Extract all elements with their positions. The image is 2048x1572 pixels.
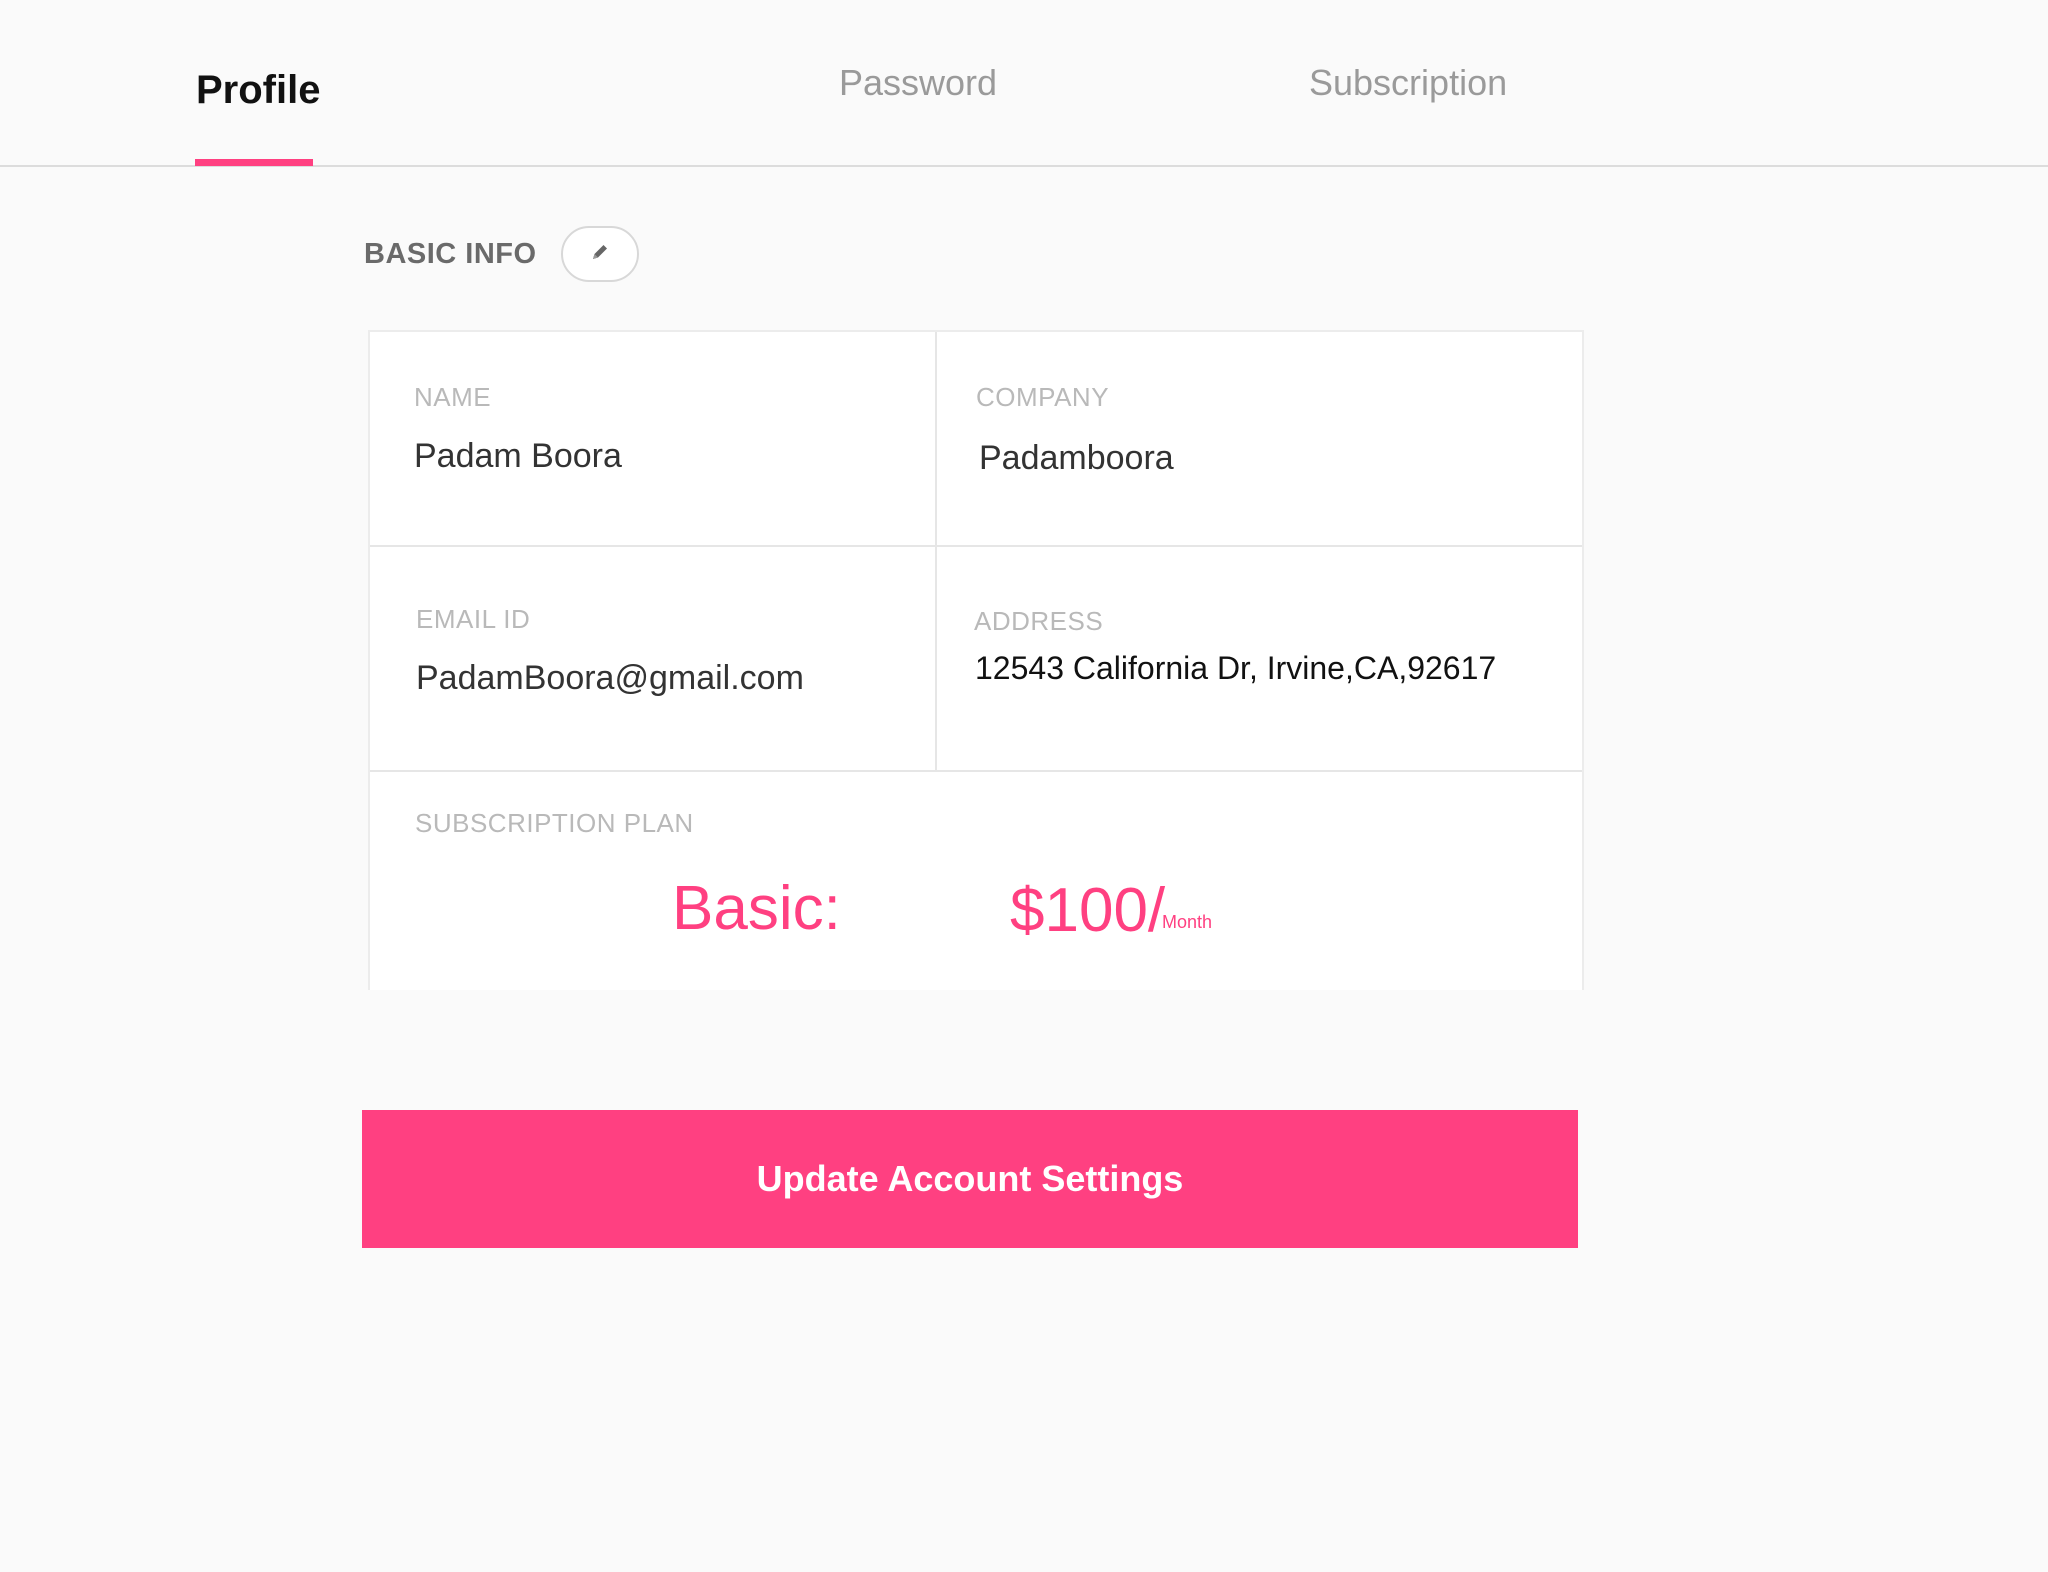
row-divider bbox=[370, 545, 1582, 547]
email-value: PadamBoora@gmail.com bbox=[416, 659, 804, 697]
address-value: 12543 California Dr, Irvine,CA,92617 bbox=[975, 650, 1497, 686]
company-value: Padamboora bbox=[979, 439, 1174, 477]
update-account-settings-button[interactable]: Update Account Settings bbox=[362, 1110, 1578, 1248]
plan-name: Basic: bbox=[672, 874, 841, 943]
section-title: BASIC INFO bbox=[364, 237, 537, 270]
tab-subscription[interactable]: Subscription bbox=[1309, 62, 1507, 104]
column-divider bbox=[935, 332, 937, 772]
plan-price: $100/ bbox=[1010, 876, 1166, 945]
name-value: Padam Boora bbox=[414, 437, 622, 475]
subscription-label: SUBSCRIPTION PLAN bbox=[415, 808, 694, 838]
active-tab-indicator bbox=[195, 159, 313, 166]
tab-password[interactable]: Password bbox=[839, 62, 997, 104]
address-label: ADDRESS bbox=[974, 606, 1104, 636]
tab-bar: Profile Password Subscription bbox=[0, 0, 2048, 167]
tab-profile[interactable]: Profile bbox=[196, 68, 320, 113]
basic-info-header: BASIC INFO bbox=[364, 222, 639, 286]
name-label: NAME bbox=[414, 382, 492, 412]
row-divider bbox=[370, 770, 1582, 772]
profile-card: NAME Padam Boora COMPANY Padamboora EMAI… bbox=[368, 330, 1584, 990]
plan-period: Month bbox=[1162, 912, 1213, 932]
company-label: COMPANY bbox=[976, 382, 1110, 412]
email-label: EMAIL ID bbox=[416, 604, 531, 634]
profile-card-body: NAME Padam Boora COMPANY Padamboora EMAI… bbox=[370, 330, 1582, 990]
edit-button[interactable] bbox=[560, 226, 639, 282]
pencil-icon bbox=[589, 241, 611, 268]
